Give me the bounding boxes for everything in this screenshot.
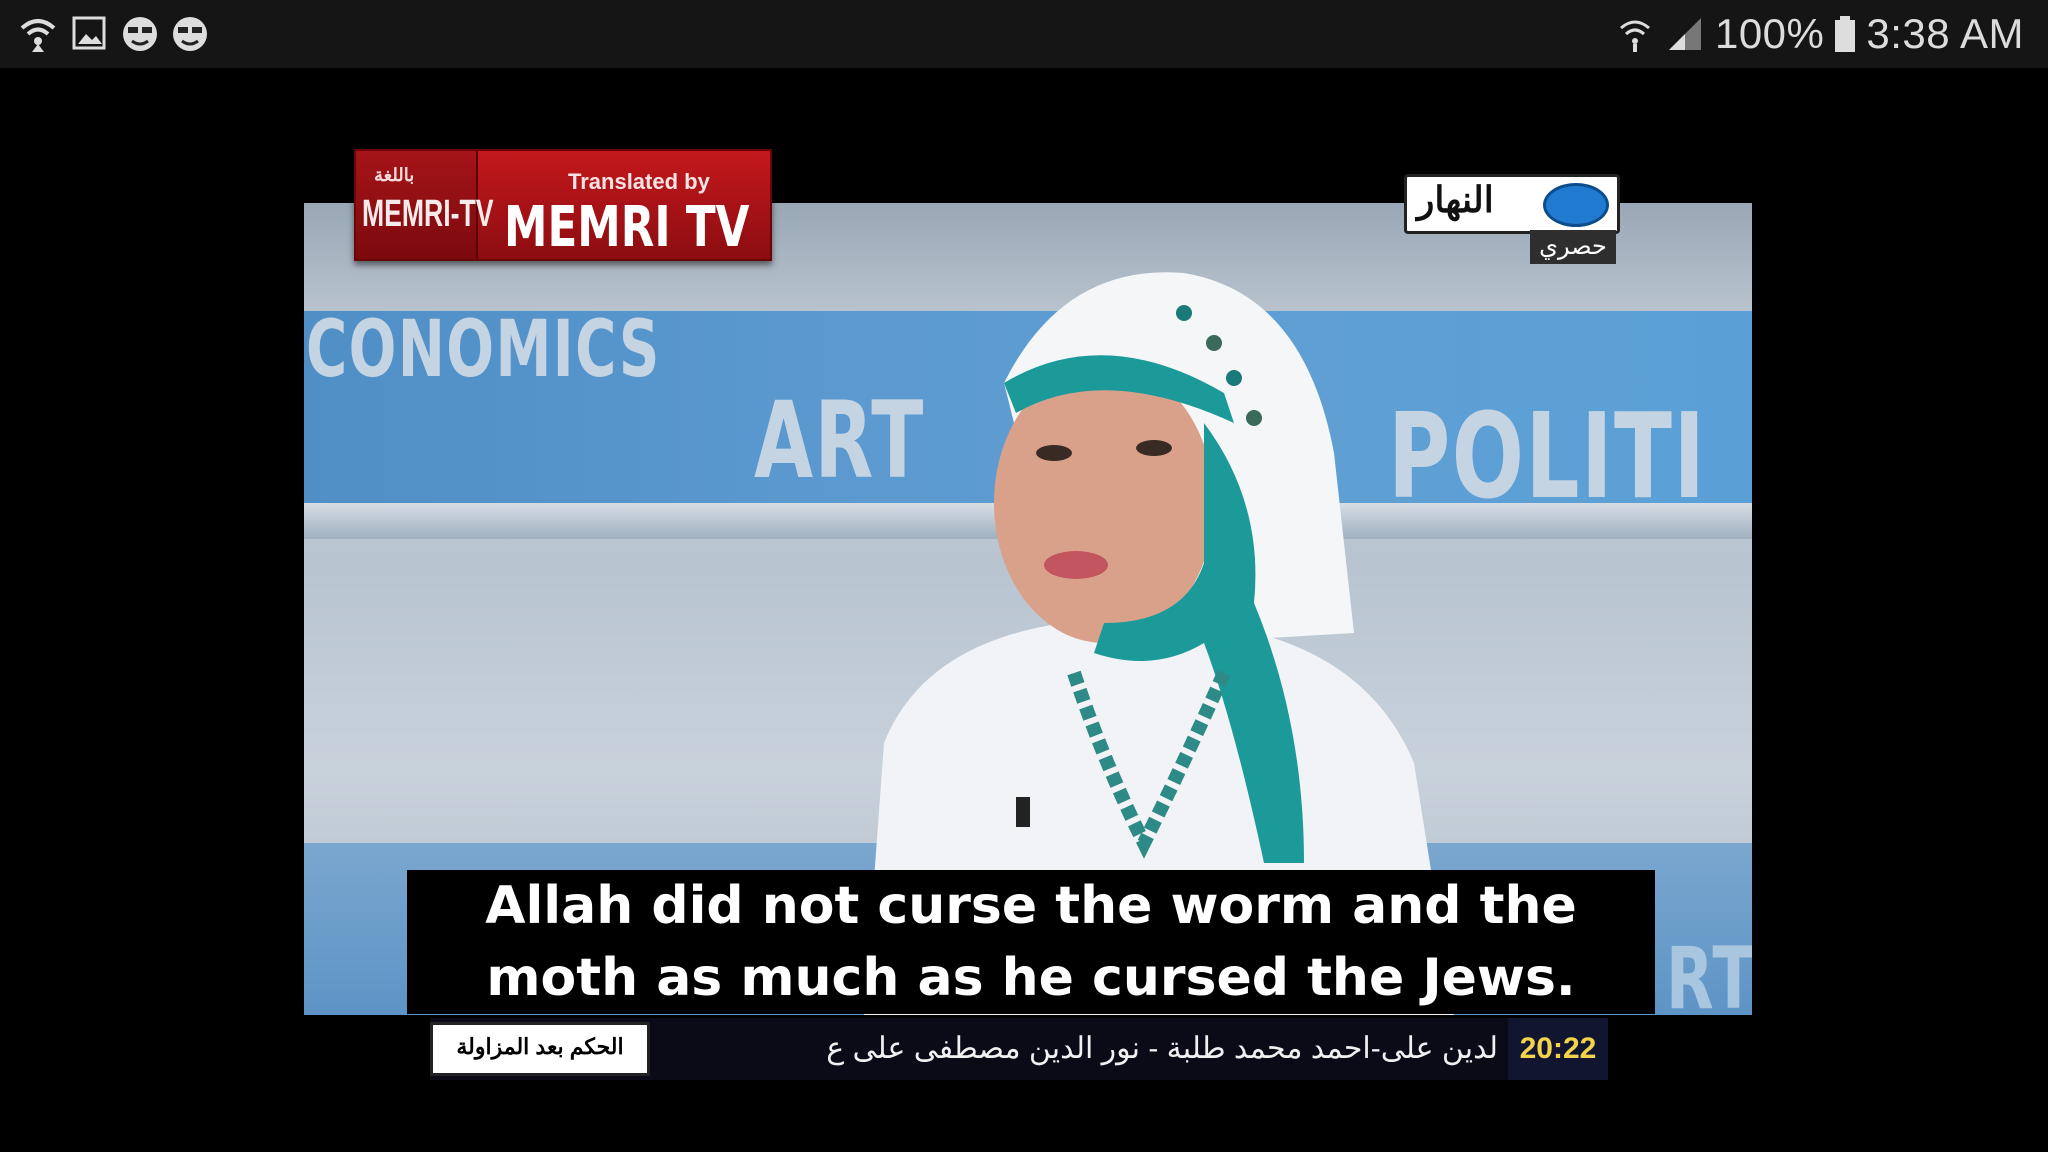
subtitle-line-2: moth as much as he cursed the Jews. — [486, 948, 1576, 1008]
memri-small-text: باللغة — [374, 165, 415, 185]
news-ticker: الحكم بعد المزاولة لدين على-احمد محمد طل… — [430, 1018, 1608, 1080]
ticker-label: الحكم بعد المزاولة — [430, 1022, 650, 1076]
wifi-icon — [20, 19, 56, 52]
subtitle-line-1: Allah did not curse the worm and the — [485, 876, 1577, 936]
status-bar: 100% 3:38 AM — [0, 0, 2048, 68]
memri-name: MEMRI TV — [504, 195, 750, 260]
signal-icon — [1668, 18, 1701, 50]
memri-left-logo: MEMRI-TV — [362, 193, 494, 235]
channel-logo: النهار — [1404, 174, 1620, 234]
wifi-icon — [1619, 20, 1650, 52]
memri-logo-left: باللغة MEMRI-TV — [356, 151, 494, 259]
channel-name: النهار — [1417, 179, 1494, 220]
memri-tv-logo: باللغة MEMRI-TV Translated by MEMRI TV — [354, 149, 772, 261]
ticker-text: لدين على-احمد محمد طلبة - نور الدين مصطف… — [826, 1032, 1498, 1065]
status-right: 100% 3:38 AM — [1615, 0, 2024, 68]
channel-logo-icon — [1543, 183, 1609, 227]
memri-translated-by: Translated by — [568, 169, 710, 194]
image-icon — [72, 16, 106, 50]
channel-exclusive-tag: حصري — [1530, 230, 1616, 264]
subtitle-box: Allah did not curse the worm and the mot… — [407, 870, 1655, 1014]
ticker-time: 20:22 — [1508, 1018, 1608, 1080]
clock: 3:38 AM — [1866, 10, 2024, 57]
battery-percent: 100% — [1714, 10, 1825, 57]
battery-icon — [1835, 16, 1856, 52]
face-icon — [173, 17, 207, 51]
face-icon — [123, 17, 157, 51]
